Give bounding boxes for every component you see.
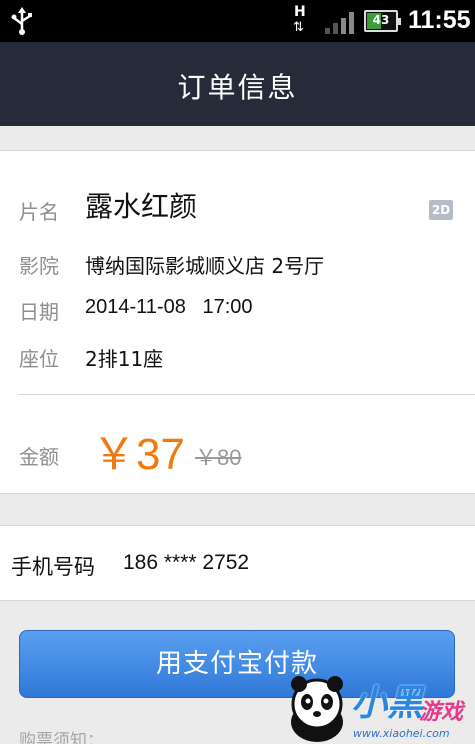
battery-percent: 43 xyxy=(372,13,390,27)
film-label: 片名 xyxy=(19,200,59,224)
purchase-notice-label: 购票须知： xyxy=(19,731,104,744)
film-title: 露水红颜 xyxy=(85,190,198,223)
network-activity-icon: ⇅ xyxy=(293,20,304,35)
date-label: 日期 xyxy=(19,300,59,324)
status-clock: 11:55 xyxy=(408,6,471,34)
phone-value: 186 **** 2752 xyxy=(123,551,250,574)
battery-icon: 43 xyxy=(364,10,401,32)
network-type-label: H xyxy=(294,4,306,20)
watermark-logo: 小黑 游戏 www.xiaohei.com xyxy=(283,672,475,744)
usb-icon xyxy=(10,7,34,39)
watermark-url: www.xiaohei.com xyxy=(353,727,450,740)
title-bar: 订单信息 xyxy=(0,42,475,126)
phone-label: 手机号码 xyxy=(11,555,95,579)
date-value: 2014-11-08 17:00 xyxy=(85,296,253,318)
watermark-brand-sub: 游戏 xyxy=(419,700,464,725)
signal-icon xyxy=(325,12,357,38)
seat-value: 2排11座 xyxy=(85,347,164,371)
page-title: 订单信息 xyxy=(177,71,298,104)
panda-mascot-icon xyxy=(291,676,343,742)
format-badge: 2D xyxy=(429,200,453,220)
status-bar: H ⇅ 43 11:55 xyxy=(0,0,475,42)
divider xyxy=(19,394,475,395)
price: ￥37 xyxy=(92,430,185,479)
order-info-card: 片名 露水红颜 2D 影院 博纳国际影城顺义店 2号厅 日期 2014-11-0… xyxy=(0,150,475,494)
phone-card[interactable]: 手机号码 186 **** 2752 xyxy=(0,525,475,601)
original-price: ￥80 xyxy=(195,445,242,470)
cinema-value: 博纳国际影城顺义店 2号厅 xyxy=(85,254,325,278)
cinema-label: 影院 xyxy=(19,254,59,278)
seat-label: 座位 xyxy=(19,347,59,371)
amount-label: 金额 xyxy=(19,445,59,469)
watermark-brand: 小黑 xyxy=(351,683,424,724)
